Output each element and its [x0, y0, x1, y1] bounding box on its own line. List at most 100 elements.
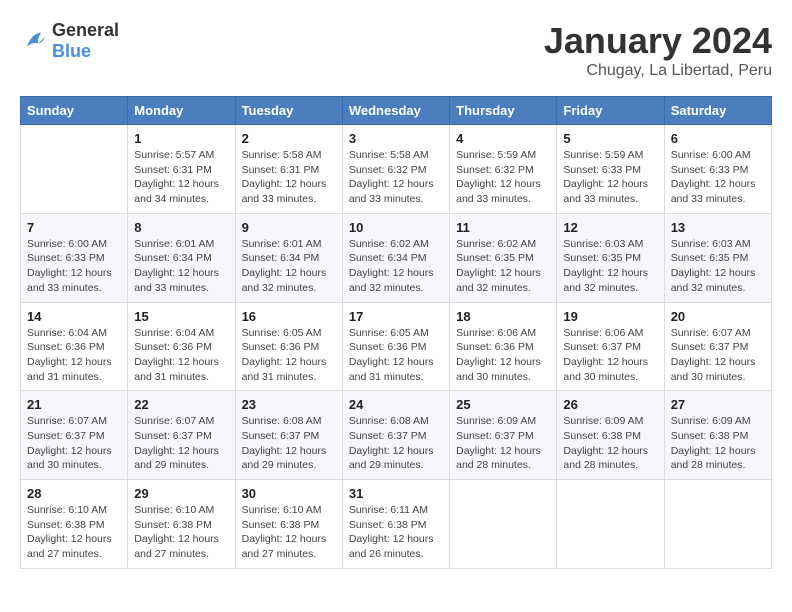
calendar-cell-w3d4: 17Sunrise: 6:05 AMSunset: 6:36 PMDayligh…: [342, 302, 449, 391]
day-number: 7: [27, 220, 121, 235]
header-day-tuesday: Tuesday: [235, 97, 342, 125]
day-number: 2: [242, 131, 336, 146]
logo-general: General: [52, 20, 119, 40]
calendar-cell-w1d7: 6 Sunrise: 6:00 AMSunset: 6:33 PMDaylight…: [664, 125, 771, 214]
day-info: Sunrise: 6:09 AMSunset: 6:38 PMDaylight:…: [671, 414, 765, 473]
calendar-cell-w1d5: 4Sunrise: 5:59 AMSunset: 6:32 PMDaylight…: [450, 125, 557, 214]
day-number: 30: [242, 486, 336, 501]
day-number: 13: [671, 220, 765, 235]
day-info: Sunrise: 6:01 AMSunset: 6:34 PMDaylight:…: [242, 237, 336, 296]
logo-bird-icon: [20, 27, 48, 55]
calendar-cell-w5d5: [450, 480, 557, 569]
day-info: Sunrise: 6:06 AMSunset: 6:36 PMDaylight:…: [456, 326, 550, 385]
calendar-cell-w2d6: 12 Sunrise: 6:03 AMSunset: 6:35 PMDayligh…: [557, 213, 664, 302]
header: General Blue January 2024 Chugay, La Lib…: [20, 20, 772, 80]
calendar-header-row: SundayMondayTuesdayWednesdayThursdayFrid…: [21, 97, 772, 125]
day-info: Sunrise: 5:59 AMSunset: 6:33 PMDaylight:…: [563, 148, 657, 207]
calendar-cell-w2d1: 7 Sunrise: 6:00 AMSunset: 6:33 PMDaylight…: [21, 213, 128, 302]
day-number: 27: [671, 397, 765, 412]
day-info: Sunrise: 6:02 AMSunset: 6:35 PMDaylight:…: [456, 237, 550, 296]
calendar-cell-w2d4: 10 Sunrise: 6:02 AMSunset: 6:34 PMDayligh…: [342, 213, 449, 302]
day-info: Sunrise: 5:58 AMSunset: 6:31 PMDaylight:…: [242, 148, 336, 207]
calendar-cell-w4d4: 24 Sunrise: 6:08 AMSunset: 6:37 PMDayligh…: [342, 391, 449, 480]
calendar-cell-w5d2: 29Sunrise: 6:10 AMSunset: 6:38 PMDayligh…: [128, 480, 235, 569]
day-number: 3: [349, 131, 443, 146]
day-number: 26: [563, 397, 657, 412]
calendar-cell-w5d4: 31 Sunrise: 6:11 AMSunset: 6:38 PMDayligh…: [342, 480, 449, 569]
day-info: Sunrise: 6:00 AMSunset: 6:33 PMDaylight:…: [671, 148, 765, 207]
calendar-cell-w2d7: 13 Sunrise: 6:03 AMSunset: 6:35 PMDayligh…: [664, 213, 771, 302]
calendar-cell-w1d3: 2 Sunrise: 5:58 AMSunset: 6:31 PMDaylight…: [235, 125, 342, 214]
calendar-cell-w1d6: 5 Sunrise: 5:59 AMSunset: 6:33 PMDaylight…: [557, 125, 664, 214]
calendar-cell-w5d7: [664, 480, 771, 569]
day-number: 31: [349, 486, 443, 501]
day-number: 1: [134, 131, 228, 146]
day-number: 21: [27, 397, 121, 412]
day-info: Sunrise: 6:00 AMSunset: 6:33 PMDaylight:…: [27, 237, 121, 296]
calendar-week-4: 21 Sunrise: 6:07 AMSunset: 6:37 PMDayligh…: [21, 391, 772, 480]
calendar-cell-w4d6: 26Sunrise: 6:09 AMSunset: 6:38 PMDayligh…: [557, 391, 664, 480]
day-number: 8: [134, 220, 228, 235]
calendar-cell-w3d2: 15Sunrise: 6:04 AMSunset: 6:36 PMDayligh…: [128, 302, 235, 391]
subtitle: Chugay, La Libertad, Peru: [544, 62, 772, 80]
day-number: 23: [242, 397, 336, 412]
day-number: 9: [242, 220, 336, 235]
day-number: 20: [671, 309, 765, 324]
day-number: 19: [563, 309, 657, 324]
main-title: January 2024: [544, 20, 772, 62]
calendar-week-3: 14Sunrise: 6:04 AMSunset: 6:36 PMDayligh…: [21, 302, 772, 391]
logo-text: General Blue: [52, 20, 119, 62]
calendar-body: 1 Sunrise: 5:57 AMSunset: 6:31 PMDaylight…: [21, 125, 772, 569]
calendar-cell-w3d7: 20Sunrise: 6:07 AMSunset: 6:37 PMDayligh…: [664, 302, 771, 391]
calendar-cell-w5d1: 28Sunrise: 6:10 AMSunset: 6:38 PMDayligh…: [21, 480, 128, 569]
day-info: Sunrise: 6:10 AMSunset: 6:38 PMDaylight:…: [134, 503, 228, 562]
day-info: Sunrise: 6:07 AMSunset: 6:37 PMDaylight:…: [27, 414, 121, 473]
calendar-cell-w3d3: 16 Sunrise: 6:05 AMSunset: 6:36 PMDayligh…: [235, 302, 342, 391]
day-number: 10: [349, 220, 443, 235]
day-info: Sunrise: 6:03 AMSunset: 6:35 PMDaylight:…: [671, 237, 765, 296]
day-info: Sunrise: 6:11 AMSunset: 6:38 PMDaylight:…: [349, 503, 443, 562]
calendar-cell-w1d1: [21, 125, 128, 214]
calendar-week-2: 7 Sunrise: 6:00 AMSunset: 6:33 PMDaylight…: [21, 213, 772, 302]
calendar-cell-w2d3: 9 Sunrise: 6:01 AMSunset: 6:34 PMDaylight…: [235, 213, 342, 302]
calendar-cell-w4d2: 22 Sunrise: 6:07 AMSunset: 6:37 PMDayligh…: [128, 391, 235, 480]
day-number: 16: [242, 309, 336, 324]
day-info: Sunrise: 6:01 AMSunset: 6:34 PMDaylight:…: [134, 237, 228, 296]
header-day-thursday: Thursday: [450, 97, 557, 125]
day-number: 25: [456, 397, 550, 412]
day-number: 17: [349, 309, 443, 324]
day-number: 24: [349, 397, 443, 412]
day-info: Sunrise: 6:05 AMSunset: 6:36 PMDaylight:…: [242, 326, 336, 385]
day-info: Sunrise: 5:58 AMSunset: 6:32 PMDaylight:…: [349, 148, 443, 207]
calendar-cell-w1d4: 3 Sunrise: 5:58 AMSunset: 6:32 PMDaylight…: [342, 125, 449, 214]
day-info: Sunrise: 6:02 AMSunset: 6:34 PMDaylight:…: [349, 237, 443, 296]
header-day-sunday: Sunday: [21, 97, 128, 125]
calendar-cell-w2d2: 8 Sunrise: 6:01 AMSunset: 6:34 PMDaylight…: [128, 213, 235, 302]
day-number: 12: [563, 220, 657, 235]
calendar-cell-w3d5: 18Sunrise: 6:06 AMSunset: 6:36 PMDayligh…: [450, 302, 557, 391]
day-info: Sunrise: 6:04 AMSunset: 6:36 PMDaylight:…: [134, 326, 228, 385]
day-info: Sunrise: 6:03 AMSunset: 6:35 PMDaylight:…: [563, 237, 657, 296]
day-info: Sunrise: 6:04 AMSunset: 6:36 PMDaylight:…: [27, 326, 121, 385]
day-info: Sunrise: 6:06 AMSunset: 6:37 PMDaylight:…: [563, 326, 657, 385]
calendar-table: SundayMondayTuesdayWednesdayThursdayFrid…: [20, 96, 772, 569]
day-info: Sunrise: 6:08 AMSunset: 6:37 PMDaylight:…: [349, 414, 443, 473]
logo-blue: Blue: [52, 41, 91, 61]
header-day-monday: Monday: [128, 97, 235, 125]
calendar-cell-w4d5: 25 Sunrise: 6:09 AMSunset: 6:37 PMDayligh…: [450, 391, 557, 480]
day-number: 28: [27, 486, 121, 501]
header-day-saturday: Saturday: [664, 97, 771, 125]
day-number: 4: [456, 131, 550, 146]
calendar-cell-w5d3: 30Sunrise: 6:10 AMSunset: 6:38 PMDayligh…: [235, 480, 342, 569]
day-info: Sunrise: 6:08 AMSunset: 6:37 PMDaylight:…: [242, 414, 336, 473]
calendar-cell-w1d2: 1 Sunrise: 5:57 AMSunset: 6:31 PMDaylight…: [128, 125, 235, 214]
calendar-cell-w5d6: [557, 480, 664, 569]
day-number: 22: [134, 397, 228, 412]
day-info: Sunrise: 6:07 AMSunset: 6:37 PMDaylight:…: [134, 414, 228, 473]
day-info: Sunrise: 6:09 AMSunset: 6:37 PMDaylight:…: [456, 414, 550, 473]
day-number: 5: [563, 131, 657, 146]
calendar-cell-w4d3: 23 Sunrise: 6:08 AMSunset: 6:37 PMDayligh…: [235, 391, 342, 480]
header-day-wednesday: Wednesday: [342, 97, 449, 125]
day-number: 6: [671, 131, 765, 146]
day-info: Sunrise: 5:57 AMSunset: 6:31 PMDaylight:…: [134, 148, 228, 207]
